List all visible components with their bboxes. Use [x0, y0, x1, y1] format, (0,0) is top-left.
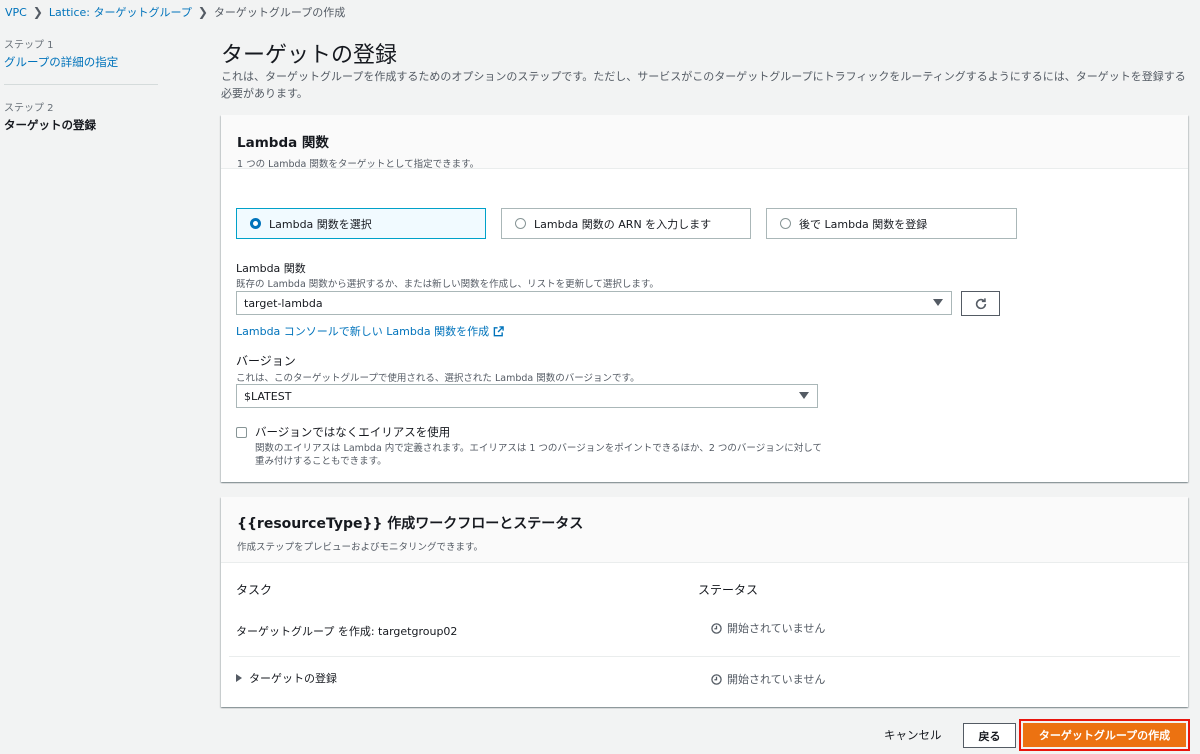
task-create-target-group: ターゲットグループ を作成: targetgroup02 [236, 625, 458, 638]
task-register-targets-expander[interactable]: ターゲットの登録 [236, 670, 337, 686]
page-description: これは、ターゲットグループを作成するためのオプションのステップです。ただし、サー… [221, 70, 1186, 100]
radio-unselected-icon [780, 218, 791, 229]
breadcrumb-current: ターゲットグループの作成 [213, 6, 346, 19]
use-alias-label: バージョンではなくエイリアスを使用 [255, 425, 451, 439]
clock-icon [711, 622, 722, 634]
column-header-task: タスク [236, 583, 273, 597]
version-desc: これは、このターゲットグループで使用される、選択された Lambda 関数のバー… [236, 373, 640, 384]
step-2-title-current: ターゲットの登録 [4, 118, 96, 132]
breadcrumb-vpc[interactable]: VPC [5, 6, 27, 19]
task-register-targets: ターゲットの登録 [249, 672, 337, 685]
step-2: ステップ 2 ターゲットの登録 [4, 99, 160, 133]
status-row-2-text: 開始されていません [727, 673, 826, 686]
lambda-console-link-text: Lambda コンソールで新しい Lambda 関数を作成 [236, 325, 490, 338]
clock-icon [711, 673, 722, 685]
radio-unselected-icon [515, 218, 526, 229]
radio-selected-icon [250, 218, 261, 229]
workflow-status-panel: {{resourceType}} 作成ワークフローとステータス 作成ステップをプ… [221, 497, 1188, 707]
workflow-panel-subtitle: 作成ステップをプレビューおよびモニタリングできます。 [237, 542, 484, 553]
workflow-panel-title: {{resourceType}} 作成ワークフローとステータス [237, 516, 584, 532]
breadcrumb: VPC ❯ Lattice: ターゲットグループ ❯ ターゲットグループの作成 [5, 4, 345, 20]
create-target-group-label: ターゲットグループの作成 [1023, 723, 1186, 747]
option-enter-arn[interactable]: Lambda 関数の ARN を入力します [501, 208, 751, 239]
step-2-label: ステップ 2 [4, 103, 54, 114]
step-1: ステップ 1 グループの詳細の指定 [4, 36, 160, 70]
external-link-icon [493, 325, 504, 336]
lambda-panel-header: Lambda 関数 1 つの Lambda 関数をターゲットとして指定できます。 [221, 115, 1188, 170]
refresh-icon [975, 297, 986, 309]
use-alias-checkbox[interactable] [236, 427, 247, 438]
caret-right-icon [236, 674, 242, 682]
column-header-status: ステータス [698, 583, 759, 597]
status-row-2: 開始されていません [711, 671, 825, 687]
version-label: バージョン [236, 354, 296, 368]
refresh-button[interactable] [961, 291, 1000, 316]
option-register-later[interactable]: 後で Lambda 関数を登録 [766, 208, 1017, 239]
lambda-console-link[interactable]: Lambda コンソールで新しい Lambda 関数を作成 [236, 323, 504, 339]
lambda-function-label: Lambda 関数 [236, 262, 306, 275]
workflow-panel-header: {{resourceType}} 作成ワークフローとステータス 作成ステップをプ… [221, 497, 1188, 563]
step-divider [4, 84, 158, 85]
use-alias-desc: 関数のエイリアスは Lambda 内で定義されます。エイリアスは 1 つのバージ… [255, 443, 822, 467]
step-1-title-link[interactable]: グループの詳細の指定 [4, 54, 160, 70]
page-title: ターゲットの登録 [221, 43, 398, 68]
status-row-1: 開始されていません [711, 620, 825, 636]
lambda-panel-title: Lambda 関数 [237, 135, 329, 151]
breadcrumb-lattice-target-groups[interactable]: Lattice: ターゲットグループ [49, 4, 192, 20]
caret-down-icon [799, 392, 809, 399]
caret-down-icon [933, 299, 943, 306]
create-target-group-button[interactable]: ターゲットグループの作成 [1019, 719, 1190, 751]
status-row-1-text: 開始されていません [727, 622, 826, 635]
option-register-later-label: 後で Lambda 関数を登録 [799, 217, 928, 231]
row-divider [229, 656, 1180, 657]
lambda-function-value: target-lambda [244, 296, 323, 310]
lambda-function-select[interactable]: target-lambda [236, 291, 952, 315]
option-select-lambda[interactable]: Lambda 関数を選択 [236, 208, 486, 239]
back-button[interactable]: 戻る [963, 723, 1016, 748]
cancel-button[interactable]: キャンセル [870, 723, 956, 747]
step-1-label: ステップ 1 [4, 40, 54, 51]
lambda-function-panel: Lambda 関数 1 つの Lambda 関数をターゲットとして指定できます。… [221, 115, 1188, 482]
wizard-steps: ステップ 1 グループの詳細の指定 ステップ 2 ターゲットの登録 [4, 36, 160, 133]
option-enter-arn-label: Lambda 関数の ARN を入力します [534, 217, 712, 231]
version-select[interactable]: $LATEST [236, 384, 818, 408]
option-select-lambda-label: Lambda 関数を選択 [269, 217, 372, 231]
lambda-function-desc: 既存の Lambda 関数から選択するか、または新しい関数を作成し、リストを更新… [236, 279, 659, 290]
chevron-right-icon: ❯ [197, 5, 208, 19]
lambda-panel-subtitle: 1 つの Lambda 関数をターゲットとして指定できます。 [237, 159, 480, 170]
version-value: $LATEST [244, 389, 292, 403]
chevron-right-icon: ❯ [32, 5, 43, 19]
